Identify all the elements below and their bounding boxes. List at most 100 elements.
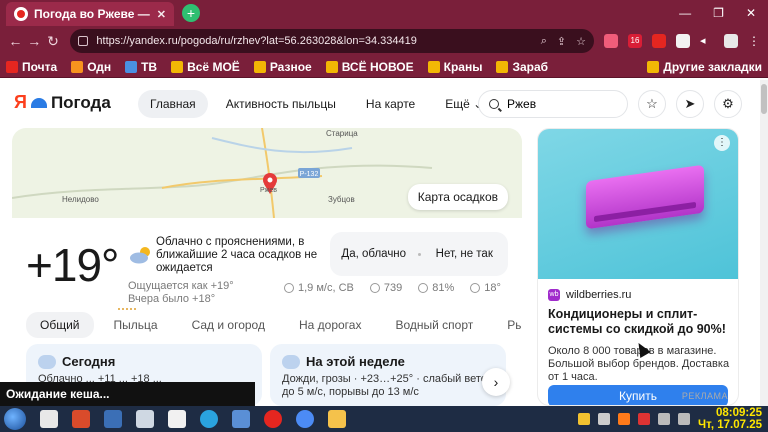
address-bar[interactable]: https://yandex.ru/pogoda/ru/rzhev?lat=56… bbox=[70, 29, 594, 53]
feedback-yes-button[interactable]: Да, облачно bbox=[330, 248, 418, 261]
subtab-pollen[interactable]: Пыльца bbox=[100, 312, 172, 338]
forecast-feedback: Да, облачно Нет, не так bbox=[330, 232, 508, 276]
app-icon[interactable] bbox=[104, 410, 122, 428]
map-label-nelidovo: Нелидово bbox=[62, 195, 99, 204]
wind-icon bbox=[284, 283, 294, 293]
wildberries-logo-icon: wb bbox=[548, 289, 560, 301]
volume-icon[interactable]: ◂ bbox=[700, 34, 714, 48]
settings-gear-button[interactable]: ⚙ bbox=[714, 90, 742, 118]
app-icon[interactable] bbox=[72, 410, 90, 428]
clock-date: Чт, 17.07.25 bbox=[697, 419, 762, 431]
back-arrow-icon[interactable]: ← bbox=[6, 33, 25, 49]
close-window-button[interactable]: ✕ bbox=[746, 6, 756, 20]
bookmark-item[interactable]: Почта bbox=[6, 60, 57, 74]
location-arrow-button[interactable]: ➤ bbox=[676, 90, 704, 118]
extension-icon[interactable] bbox=[603, 34, 618, 48]
maximize-button[interactable]: ❐ bbox=[713, 6, 724, 20]
humidity-stat: 81% bbox=[418, 282, 454, 294]
extension-badge-icon[interactable]: 16 bbox=[627, 34, 642, 48]
week-summary: Дожди, грозы · +23…+25° · слабый ветер д… bbox=[282, 373, 494, 398]
feels-like-block: Ощущается как +19° Вчера было +18° bbox=[128, 280, 234, 306]
subtab-roads[interactable]: На дорогах bbox=[285, 312, 375, 338]
file-explorer-icon[interactable] bbox=[328, 410, 346, 428]
map-label-zubtsov: Зубцов bbox=[328, 195, 355, 204]
nav-tab-main[interactable]: Главная bbox=[138, 90, 208, 118]
subtab-general[interactable]: Общий bbox=[26, 312, 94, 338]
browser-tab[interactable]: Погода во Ржеве — ✕ bbox=[6, 2, 174, 26]
week-title: На этой неделе bbox=[306, 354, 405, 369]
youtube-extension-icon[interactable] bbox=[651, 34, 666, 48]
advertisement-card[interactable]: ⋮ wb wildberries.ru Кондиционеры и сплит-… bbox=[537, 128, 739, 406]
carousel-next-button[interactable]: › bbox=[482, 368, 510, 396]
subtab-fishing[interactable]: Рыбалка bbox=[493, 312, 522, 338]
bookmark-folder[interactable]: ВСЁ НОВОЕ bbox=[325, 60, 414, 74]
city-search-input[interactable] bbox=[507, 97, 607, 111]
forward-arrow-icon[interactable]: → bbox=[25, 33, 44, 49]
ad-title[interactable]: Кондиционеры и сплит-системы со скидкой … bbox=[548, 307, 734, 337]
current-weather: +19° Облачно с прояснениями, в ближайшие… bbox=[12, 218, 522, 406]
app-icon[interactable] bbox=[40, 410, 58, 428]
nav-tab-pollen[interactable]: Активность пыльцы bbox=[214, 90, 348, 118]
bookmark-folder[interactable]: Разное bbox=[253, 60, 312, 74]
tray-app-icon[interactable] bbox=[617, 413, 630, 425]
bookmarks-bar: Почта Одн ТВ Всё МОЁ Разное ВСЁ НОВОЕ Кр… bbox=[0, 56, 768, 78]
folder-icon bbox=[496, 60, 509, 73]
app-icon[interactable] bbox=[168, 410, 186, 428]
extension-icon[interactable] bbox=[675, 34, 690, 48]
main-nav: Главная Активность пыльцы На карте Ещё ⌄ bbox=[138, 90, 495, 118]
volume-icon[interactable] bbox=[677, 413, 690, 425]
zoom-icon[interactable]: ⌕ bbox=[541, 35, 547, 48]
cache-status-popup: Ожидание кеша... bbox=[0, 382, 255, 406]
subtab-garden[interactable]: Сад и огород bbox=[178, 312, 279, 338]
favorite-star-button[interactable]: ☆ bbox=[638, 90, 666, 118]
ad-image[interactable] bbox=[538, 129, 738, 279]
other-bookmarks[interactable]: Другие закладки bbox=[647, 60, 762, 74]
bookmark-folder[interactable]: Зараб bbox=[496, 60, 548, 74]
week-forecast-card[interactable]: На этой неделе Дожди, грозы · +23…+25° ·… bbox=[270, 344, 506, 406]
feels-like: Ощущается как +19° bbox=[128, 280, 234, 292]
network-icon[interactable] bbox=[657, 413, 670, 425]
start-button[interactable] bbox=[4, 408, 26, 430]
tray-arrow-icon[interactable] bbox=[597, 413, 610, 425]
site-header: Я Погода Главная Активность пыльцы На ка… bbox=[0, 80, 768, 126]
precipitation-map-button[interactable]: Карта осадков bbox=[407, 184, 508, 210]
mini-map[interactable]: Р-132 Старица Нелидово Зубцов Ржев Карта… bbox=[12, 128, 522, 218]
bookmark-item[interactable]: Одн bbox=[71, 60, 111, 74]
pressure-gauge-icon bbox=[369, 283, 380, 293]
bookmark-folder[interactable]: Всё МОЁ bbox=[171, 60, 240, 74]
subtab-water-sport[interactable]: Водный спорт bbox=[381, 312, 487, 338]
ad-menu-icon[interactable]: ⋮ bbox=[714, 135, 730, 151]
app-icon[interactable] bbox=[232, 410, 250, 428]
opera-icon[interactable] bbox=[264, 410, 282, 428]
new-tab-button[interactable]: + bbox=[182, 4, 200, 22]
tray-app-icon[interactable] bbox=[637, 413, 650, 425]
current-temperature: +19° bbox=[26, 239, 119, 291]
bookmark-folder[interactable]: Краны bbox=[427, 60, 482, 74]
feedback-no-button[interactable]: Нет, не так bbox=[421, 248, 509, 261]
ad-brand[interactable]: wb wildberries.ru bbox=[548, 289, 631, 301]
app-icon[interactable] bbox=[136, 410, 154, 428]
today-title: Сегодня bbox=[62, 354, 116, 369]
weather-subtabs: Общий Пыльца Сад и огород На дорогах Вод… bbox=[26, 312, 522, 338]
minimize-button[interactable]: — bbox=[679, 6, 691, 20]
browser-menu-icon[interactable]: ⋮ bbox=[748, 34, 762, 48]
nav-tab-map[interactable]: На карте bbox=[354, 90, 427, 118]
share-icon[interactable]: ⇪ bbox=[557, 35, 566, 48]
tab-close-icon[interactable]: ✕ bbox=[157, 8, 166, 21]
bookmark-item[interactable]: ТВ bbox=[125, 60, 157, 74]
city-search[interactable] bbox=[478, 90, 628, 118]
air-conditioner-image bbox=[586, 164, 704, 230]
reload-icon[interactable]: ↻ bbox=[44, 33, 63, 50]
telegram-icon[interactable] bbox=[200, 410, 218, 428]
extensions-puzzle-icon[interactable] bbox=[723, 34, 738, 48]
chrome-icon[interactable] bbox=[296, 410, 314, 428]
page-scrollbar[interactable] bbox=[760, 80, 768, 406]
yandex-weather-logo[interactable]: Я Погода bbox=[14, 92, 111, 113]
bookmark-star-icon[interactable]: ☆ bbox=[576, 35, 586, 48]
scrollbar-thumb[interactable] bbox=[761, 84, 767, 114]
clock[interactable]: 08:09:25 Чт, 17.07.25 bbox=[698, 407, 762, 431]
keyboard-icon[interactable] bbox=[577, 413, 590, 425]
rain-cloud-icon bbox=[279, 350, 300, 369]
url-text[interactable]: https://yandex.ru/pogoda/ru/rzhev?lat=56… bbox=[96, 35, 540, 47]
partly-cloudy-icon bbox=[35, 350, 56, 369]
